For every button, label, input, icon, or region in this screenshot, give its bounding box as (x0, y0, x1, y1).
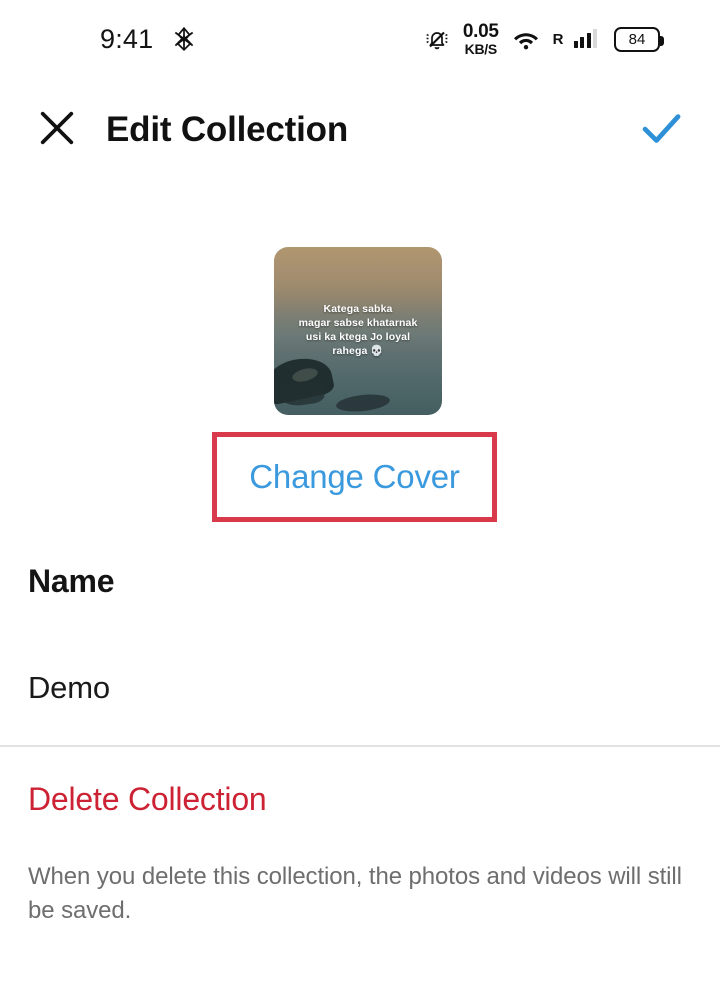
status-bar-right: 0.05 KB/S R 84 (422, 22, 692, 56)
confirm-button[interactable] (626, 95, 696, 165)
page-title: Edit Collection (106, 110, 349, 149)
caption-line-3: usi ka ktega Jo loyal (305, 330, 411, 343)
name-input[interactable]: Demo (28, 670, 110, 706)
status-bar-left: 9:41 (0, 24, 197, 55)
close-button[interactable] (22, 95, 92, 165)
network-speed-value: 0.05 (462, 21, 499, 42)
cover-image: Katega sabka magar sabse khatarnak usi k… (274, 247, 442, 415)
battery-indicator: 84 (614, 26, 664, 52)
name-label: Name (28, 563, 115, 599)
battery-level: 84 (628, 30, 646, 48)
status-bar: 9:41 0.05 KB/S R 84 (0, 0, 720, 78)
section-divider (0, 745, 720, 747)
caption-line-2: magar sabse khatarnak (298, 316, 418, 329)
signal-bars-icon (573, 29, 597, 48)
app-header: Edit Collection (0, 78, 720, 182)
edit-collection-screen: 9:41 0.05 KB/S R 84 Edit Collection Kate… (0, 0, 720, 1004)
caption-line-4: rahega 💀 (332, 344, 384, 357)
status-time: 9:41 (100, 23, 154, 54)
cover-image-caption: Katega sabka magar sabse khatarnak usi k… (274, 303, 442, 358)
wifi-icon (511, 26, 541, 52)
change-cover-button[interactable]: Change Cover (212, 432, 497, 522)
caption-line-1: Katega sabka (323, 303, 393, 315)
bell-muted-icon (422, 26, 452, 52)
checkmark-icon (636, 103, 686, 158)
collection-cover-thumbnail[interactable]: Katega sabka magar sabse khatarnak usi k… (274, 247, 442, 415)
delete-collection-button[interactable]: Delete Collection (28, 781, 267, 818)
network-speed: 0.05 KB/S (463, 22, 499, 56)
roaming-indicator: R (552, 30, 564, 48)
network-speed-unit: KB/S (464, 41, 498, 57)
close-x-icon (35, 106, 79, 155)
delete-collection-description: When you delete this collection, the pho… (28, 863, 682, 925)
asterisk-star-icon (171, 26, 197, 52)
